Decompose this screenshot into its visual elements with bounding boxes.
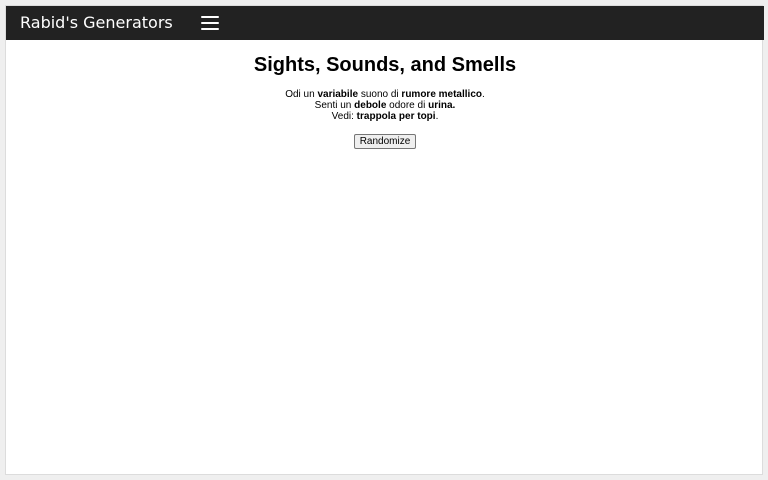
main-content: Sights, Sounds, and Smells Odi un variab…: [6, 40, 764, 149]
sound-middle: suono di: [358, 89, 402, 100]
sound-adjective: variabile: [317, 89, 359, 100]
top-navbar: Rabid's Generators: [6, 6, 764, 40]
sight-prefix: Vedi:: [331, 111, 357, 122]
sound-prefix: Odi un: [285, 89, 318, 100]
sight-noun: trappola per topi: [356, 111, 436, 122]
menu-bar: [200, 28, 219, 30]
smell-adjective: debole: [354, 100, 387, 111]
smell-noun: urina.: [428, 100, 456, 111]
app-frame: Rabid's Generators Sights, Sounds, and S…: [5, 5, 764, 475]
page-title: Sights, Sounds, and Smells: [253, 54, 517, 76]
button-row: Randomize: [6, 131, 764, 149]
smell-line: Senti un debole odore di urina.: [6, 100, 764, 111]
hamburger-menu-icon[interactable]: [200, 12, 219, 34]
randomize-button[interactable]: Randomize: [353, 134, 417, 149]
smell-prefix: Senti un: [314, 100, 355, 111]
sight-suffix: .: [435, 111, 439, 122]
sound-noun: rumore metallico: [401, 89, 483, 100]
menu-bar: [200, 16, 219, 18]
sound-line: Odi un variabile suono di rumore metalli…: [6, 89, 764, 100]
menu-bar: [200, 22, 219, 24]
brand-link[interactable]: Rabid's Generators: [20, 6, 173, 40]
sound-suffix: .: [482, 89, 485, 100]
generator-result: Odi un variabile suono di rumore metalli…: [6, 89, 764, 122]
smell-middle: odore di: [386, 100, 429, 111]
sight-line: Vedi: trappola per topi.: [6, 111, 764, 122]
